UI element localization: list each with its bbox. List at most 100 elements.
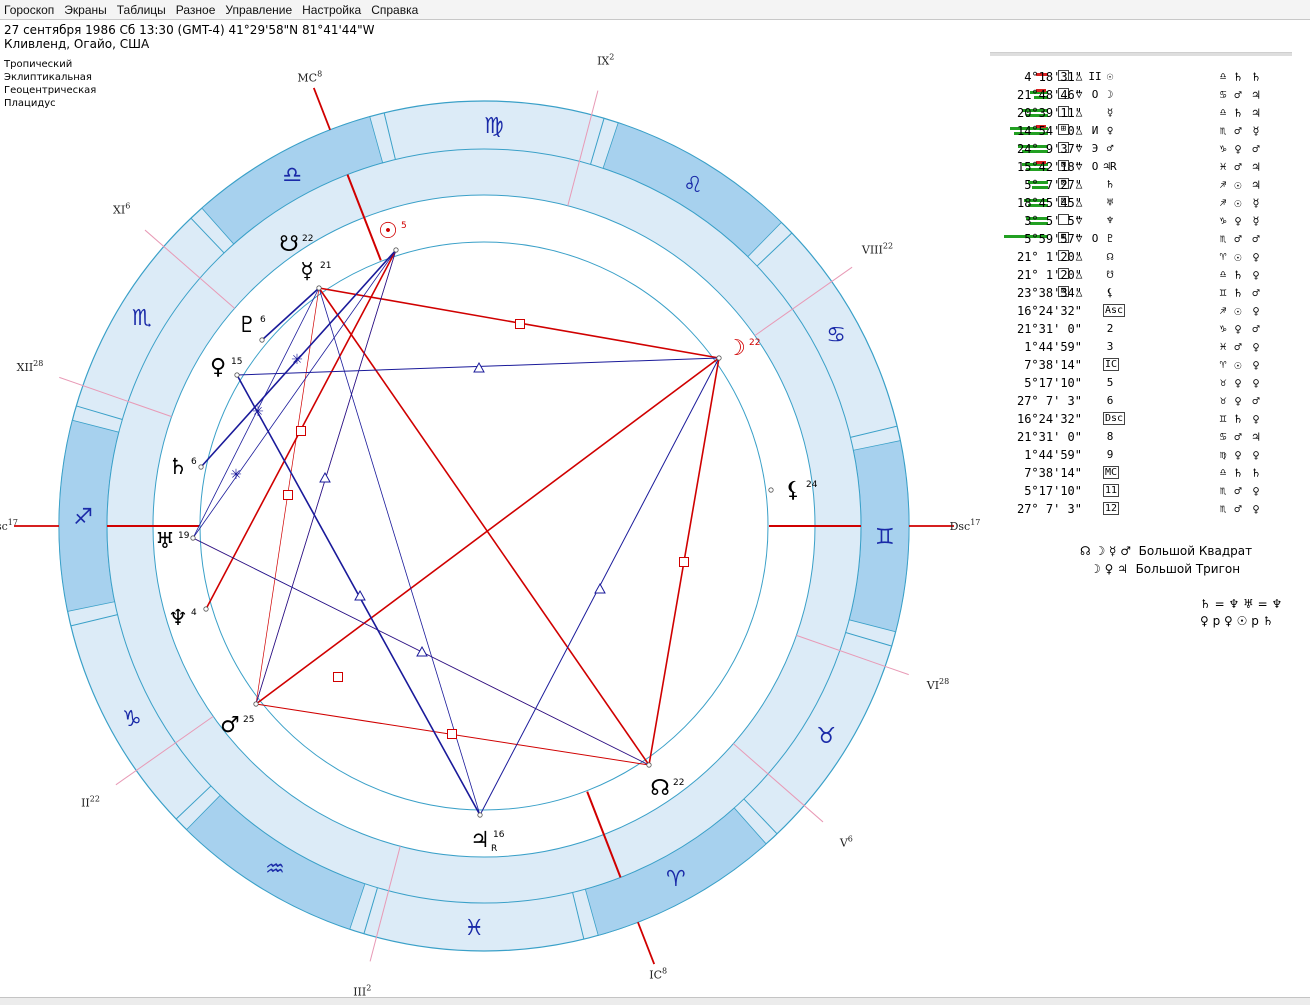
ruler-icon: ☉ [1234, 178, 1242, 192]
uranus-icon[interactable]: ♅ [155, 529, 175, 554]
planet-icon: ♅ [1106, 196, 1114, 209]
planet-row[interactable]: IC 7°38'14" ♈ ☉ ♀ [990, 356, 1292, 374]
planet-row[interactable]: ⊠ △ ♄ 5° 7'27" ♐ ☉ ♃ [990, 176, 1292, 194]
zodiac-sign-icon: ♑ [1219, 214, 1227, 227]
planet-row[interactable]: △ ☿ 20°39'11" ♎ ♄ ♃ [990, 104, 1292, 122]
planet-row[interactable]: 8 21°31' 0" ♋ ♂ ♃ [990, 428, 1292, 446]
planet-row[interactable]: ⊞ ▽ O ♇ 5°59'57" ♏ ♂ ♂ [990, 230, 1292, 248]
planet-row[interactable]: ▽ ♆ 3° 5' 5" ♑ ♀ ☿ [990, 212, 1292, 230]
sun-icon[interactable]: ☉ [378, 219, 398, 244]
planet-position: 7°38'14" [1024, 466, 1082, 480]
zodiac-sign-icon: ♑ [1219, 142, 1227, 155]
venus-icon[interactable]: ♀ [210, 355, 226, 380]
ruler-icon: ♄ [1234, 286, 1242, 300]
planet-degree-label: 6 [191, 457, 197, 467]
planet-position: 5°17'10" [1024, 484, 1082, 498]
lilith-icon[interactable]: ⚸ [785, 478, 801, 503]
ruler-icon: ♀ [1252, 268, 1260, 282]
aspect-square-marker [333, 672, 343, 682]
planet-icon: ⚸ [1105, 286, 1115, 299]
planet-row[interactable]: 6 27° 7' 3" ♉ ♀ ♂ [990, 392, 1292, 410]
planet-row[interactable]: 11 5°17'10" ♏ ♂ ♀ [990, 482, 1292, 500]
house-cusp-label: XII28 [17, 359, 44, 374]
planet-row[interactable]: Asc 16°24'32" ♐ ☉ ♀ [990, 302, 1292, 320]
zodiac-sign-icon: ♊ [1219, 286, 1227, 299]
aspect-square-marker [515, 319, 525, 329]
mercury-icon[interactable]: ☿ [300, 259, 314, 284]
planet-position: 16°24'32" [1016, 304, 1082, 318]
zodiac-sign-icon: ♋ [826, 323, 846, 348]
planet-position: 14°54' 0" [1016, 124, 1082, 138]
house-cusp-label: IC8 [649, 966, 667, 981]
moon-icon[interactable]: ☽ [726, 336, 746, 361]
ruler-icon: ♃ [1252, 178, 1260, 192]
neptune-icon[interactable]: ♆ [168, 606, 188, 631]
zodiac-sign-icon: ♎ [1219, 106, 1227, 119]
house-marker: O [1091, 88, 1099, 101]
figure-glyphs: ☊ ☽ ☿ ♂ [1080, 544, 1131, 558]
planet-row[interactable]: 9 1°44'59" ♍ ♀ ♀ [990, 446, 1292, 464]
zodiac-sign-icon: ♒ [265, 857, 285, 882]
planet-row[interactable]: ⊠ △ ♅ 18°45'45" ♐ ☉ ☿ [990, 194, 1292, 212]
natal-chart-wheel[interactable]: ♐♏♎♍♌♋♊♉♈♓♒♑Asc17II22III2IC8V6VI28Dsc17V… [0, 0, 1000, 1004]
house-cusp-label: II22 [81, 795, 100, 810]
planet-row[interactable]: △ II ☉ 4°18'31" ♎ ♄ ♄ [990, 68, 1292, 86]
house-cusp-label: V6 [839, 834, 853, 849]
planet-row[interactable]: ⊠ △ ⚸ 23°38'34" ♊ ♄ ♂ [990, 284, 1292, 302]
planet-icon: MC [1103, 466, 1120, 479]
zodiac-sign-icon: ♍ [484, 114, 504, 139]
figure-label: Большой Тригон [1135, 562, 1241, 576]
planet-degree-label: 4 [191, 608, 197, 618]
planet-icon: 3 [1106, 340, 1114, 353]
planet-row[interactable]: Dsc 16°24'32" ♊ ♄ ♀ [990, 410, 1292, 428]
midpoint-equations: ♄ = ♆ ♅ = ♆ ♀ p ♀ ☉ p ♄ [1200, 596, 1282, 630]
zodiac-sign-icon: ♓ [464, 916, 484, 941]
planet-row[interactable]: MC 7°38'14" ♎ ♄ ♄ [990, 464, 1292, 482]
planet-row[interactable]: △ ☋ 21° 1'20" ♎ ♄ ♀ [990, 266, 1292, 284]
south-node-icon[interactable]: ☋ [279, 232, 299, 257]
ruler-icon: ☿ [1252, 124, 1260, 138]
planet-row[interactable]: ⊠ ▽ O ♃R 15°42'18" ♓ ♂ ♃ [990, 158, 1292, 176]
zodiac-sign-icon: ♓ [1219, 340, 1227, 353]
ruler-icon: ♀ [1252, 340, 1260, 354]
north-node-icon[interactable]: ☊ [650, 776, 670, 801]
house-cusp-label: VIII22 [861, 241, 893, 256]
ruler-icon: ☉ [1234, 250, 1242, 264]
planet-icon: ♇ [1106, 232, 1114, 245]
pluto-icon[interactable]: ♇ [237, 313, 257, 338]
planet-position: 21° 1'20" [1016, 268, 1082, 282]
ruler-icon: ♀ [1252, 304, 1260, 318]
planet-degree-label: 25 [243, 715, 254, 725]
figure-glyphs: ☽ ♀ ♃ [1090, 562, 1128, 576]
aspect-figures: ☊ ☽ ☿ ♂ Большой Квадрат ☽ ♀ ♃ Большой Тр… [1080, 542, 1252, 578]
planet-row[interactable]: 3 1°44'59" ♓ ♂ ♀ [990, 338, 1292, 356]
aspect-sextile-marker: ✳ [252, 404, 264, 420]
planet-row[interactable]: ▽ O ☽ 21°48'46" ♋ ♂ ♃ [990, 86, 1292, 104]
planet-degree-label: 24 [806, 480, 818, 490]
planet-row[interactable]: △ ☊ 21° 1'20" ♈ ☉ ♀ [990, 248, 1292, 266]
panel-divider [990, 52, 1292, 56]
house-cusp-label: Asc17 [0, 518, 18, 533]
planet-degree-label: 21 [320, 261, 331, 271]
planet-position-dot [198, 464, 204, 470]
planet-row[interactable]: 12 27° 7' 3" ♏ ♂ ♀ [990, 500, 1292, 518]
saturn-icon[interactable]: ♄ [168, 455, 188, 480]
jupiter-icon[interactable]: ♃ [470, 828, 490, 853]
mars-icon[interactable]: ♂ [220, 713, 240, 738]
ruler-icon: ♀ [1234, 376, 1242, 390]
ruler-icon: ♂ [1252, 286, 1260, 300]
planet-row[interactable]: ⊞ △ И ♀ 14°54' 0" ♏ ♂ ☿ [990, 122, 1292, 140]
zodiac-sign-icon: ♍ [1219, 448, 1227, 461]
planet-position: 23°38'34" [1016, 286, 1082, 300]
planet-degree-label: 22 [749, 338, 760, 348]
planet-row[interactable]: ▽ Э ♂ 24° 9'37" ♑ ♀ ♂ [990, 140, 1292, 158]
planet-position: 18°45'45" [1016, 196, 1082, 210]
planet-icon: ♆ [1106, 214, 1114, 227]
ruler-icon: ☉ [1234, 304, 1242, 318]
planet-row[interactable]: 5 5°17'10" ♉ ♀ ♀ [990, 374, 1292, 392]
planet-position: 15°42'18" [1016, 160, 1082, 174]
planet-row[interactable]: 2 21°31' 0" ♑ ♀ ♂ [990, 320, 1292, 338]
ruler-icon: ♂ [1234, 484, 1242, 498]
ruler-icon: ♂ [1234, 232, 1242, 246]
zodiac-sign-icon: ♈ [1219, 358, 1227, 371]
